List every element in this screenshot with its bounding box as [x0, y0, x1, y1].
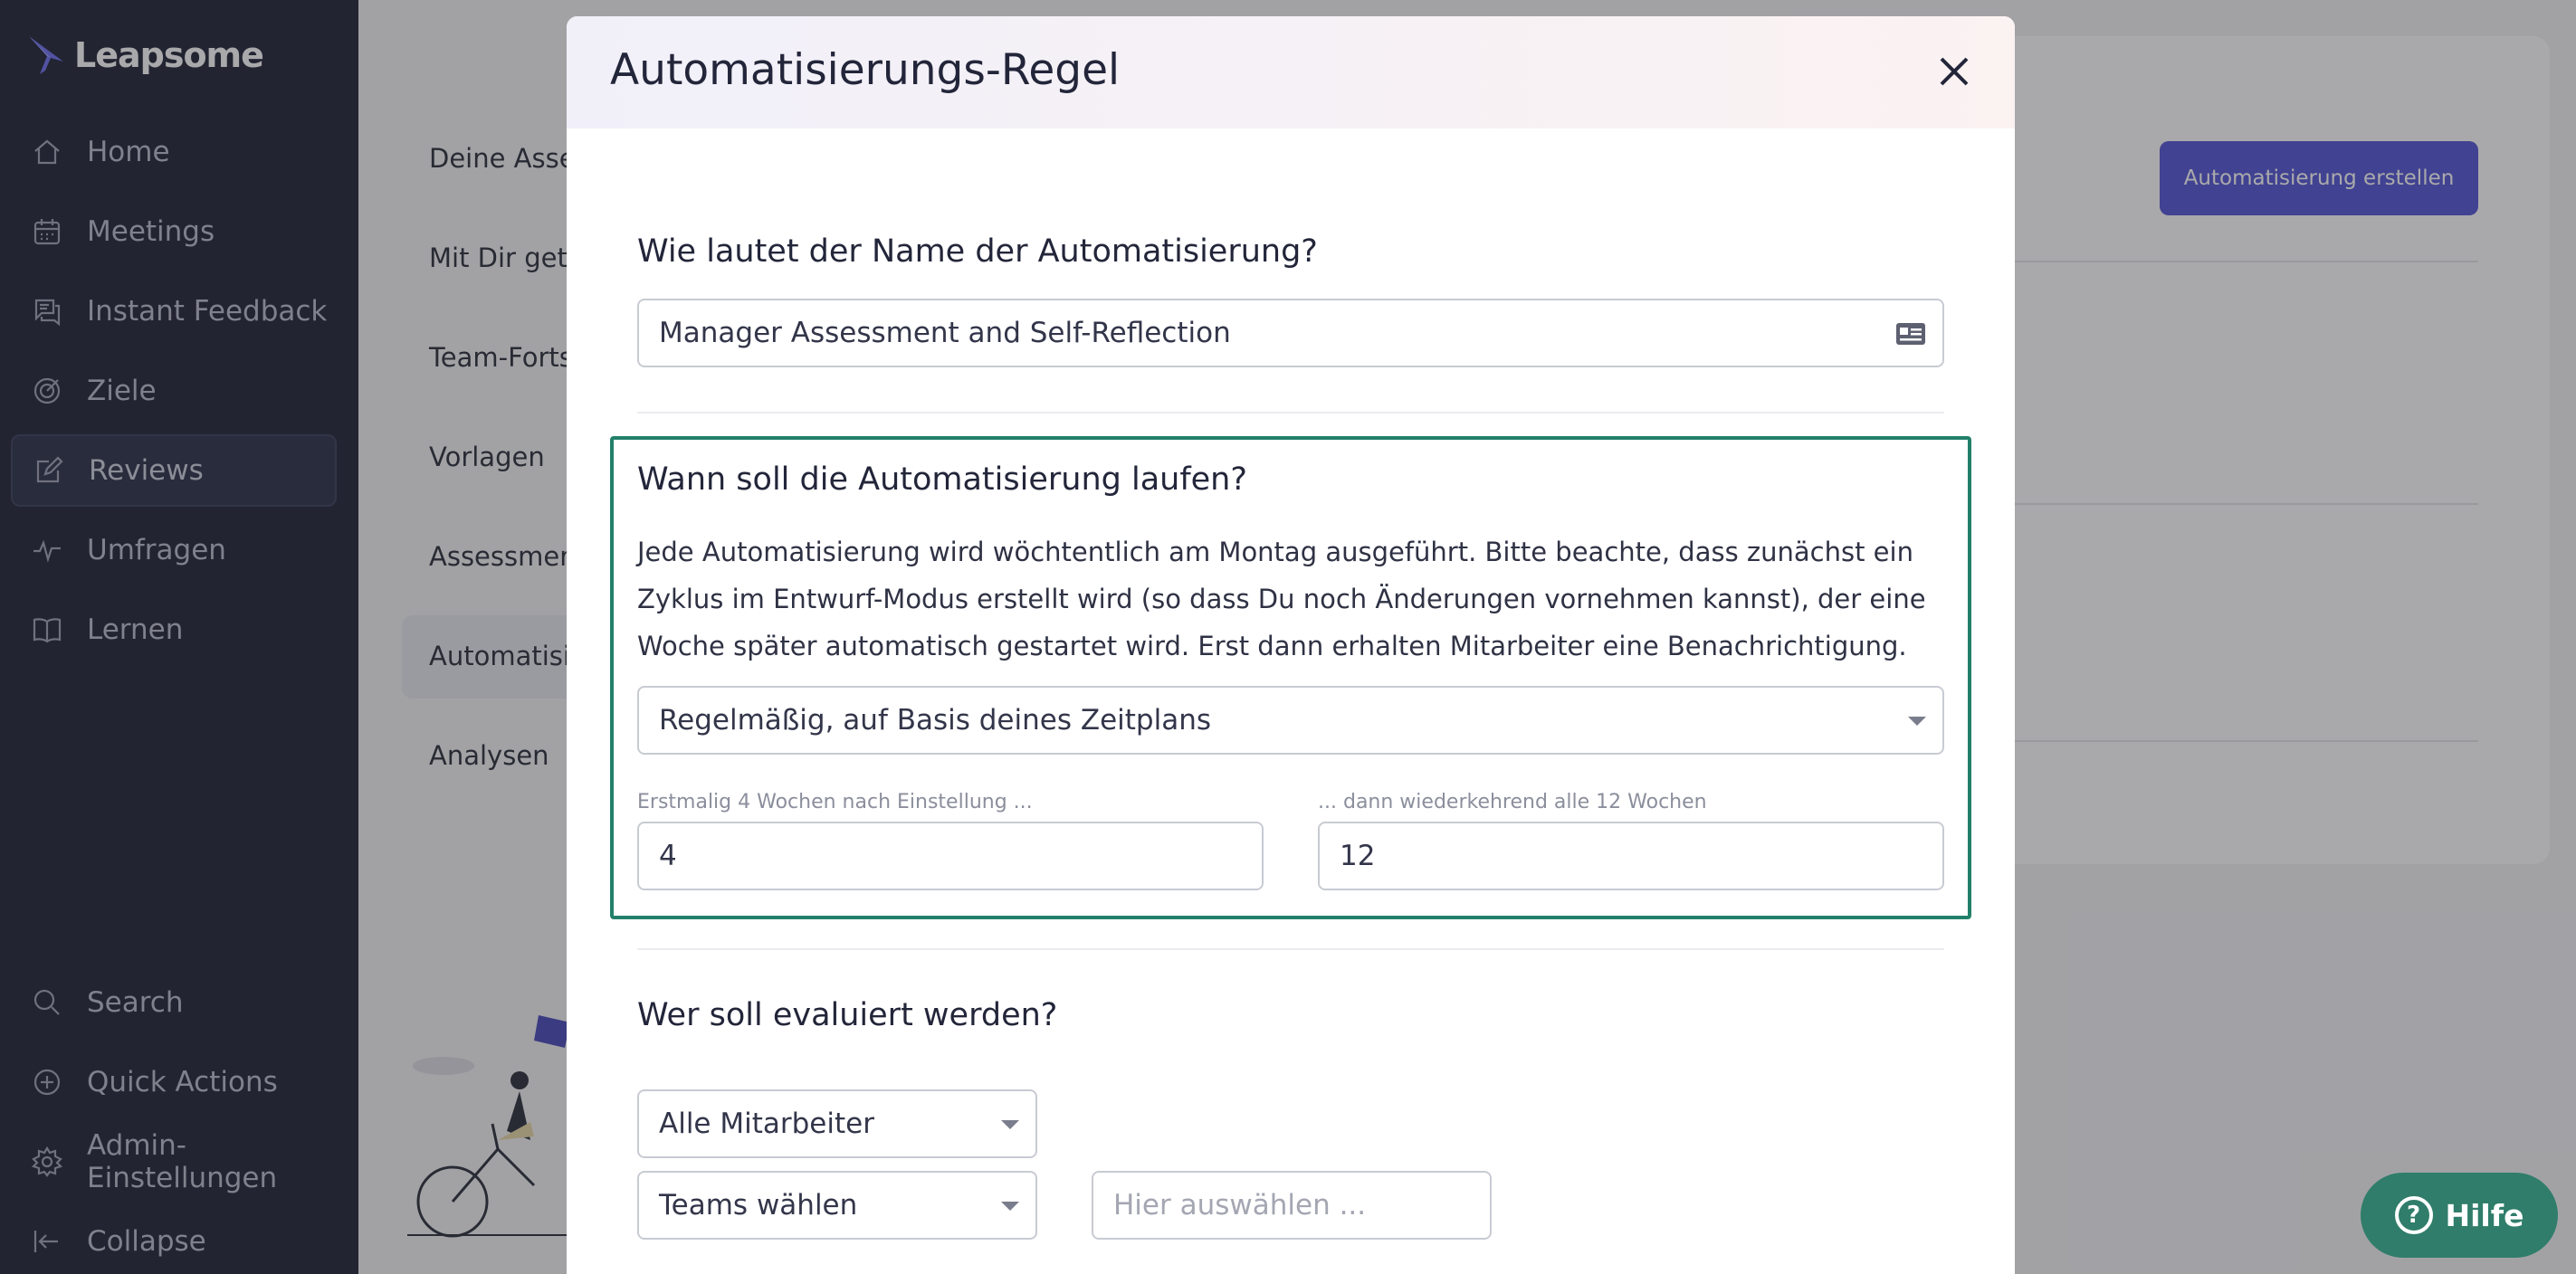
chevron-down-icon	[1001, 1120, 1019, 1129]
id-card-icon	[1896, 323, 1925, 345]
modal-title: Automatisierungs-Regel	[610, 45, 1121, 95]
section-divider	[637, 412, 1944, 414]
first-run-weeks-value: 4	[659, 840, 677, 872]
close-icon	[1940, 57, 1969, 86]
first-run-label: Erstmalig 4 Wochen nach Einstellung ...	[637, 791, 1033, 813]
teams-select[interactable]: Teams wählen	[637, 1171, 1037, 1240]
evaluate-section-title: Wer soll evaluiert werden?	[637, 997, 1058, 1033]
teams-picker-placeholder: Hier auswählen ...	[1113, 1189, 1367, 1222]
repeat-weeks-input[interactable]: 12	[1318, 822, 1944, 890]
automation-name-value: Manager Assessment and Self-Reflection	[659, 317, 1231, 349]
chevron-down-icon	[1908, 717, 1926, 726]
modal-header: Automatisierungs-Regel	[567, 16, 2015, 128]
automation-rule-modal: Automatisierungs-Regel Wie lautet der Na…	[567, 16, 2015, 1274]
section-divider	[637, 948, 1944, 950]
automation-name-input[interactable]: Manager Assessment and Self-Reflection	[637, 299, 1944, 367]
first-run-weeks-input[interactable]: 4	[637, 822, 1264, 890]
help-button[interactable]: ? Hilfe	[2361, 1173, 2558, 1258]
teams-picker-input[interactable]: Hier auswählen ...	[1092, 1171, 1492, 1240]
schedule-type-value: Regelmäßig, auf Basis deines Zeitplans	[659, 704, 1211, 737]
schedule-section-title: Wann soll die Automatisierung laufen?	[637, 461, 1247, 498]
schedule-type-select[interactable]: Regelmäßig, auf Basis deines Zeitplans	[637, 686, 1944, 755]
chevron-down-icon	[1001, 1202, 1019, 1211]
help-label: Hilfe	[2445, 1197, 2524, 1233]
schedule-description: Jede Automatisierung wird wöchtentlich a…	[637, 537, 1926, 661]
repeat-label: ... dann wiederkehrend alle 12 Wochen	[1318, 791, 1707, 813]
repeat-weeks-value: 12	[1340, 840, 1376, 872]
close-button[interactable]	[1932, 49, 1977, 94]
employees-select-value: Alle Mitarbeiter	[659, 1108, 874, 1140]
question-icon: ?	[2394, 1196, 2433, 1234]
name-section-title: Wie lautet der Name der Automatisierung?	[637, 233, 1318, 270]
teams-select-value: Teams wählen	[659, 1189, 858, 1222]
employees-select[interactable]: Alle Mitarbeiter	[637, 1089, 1037, 1158]
